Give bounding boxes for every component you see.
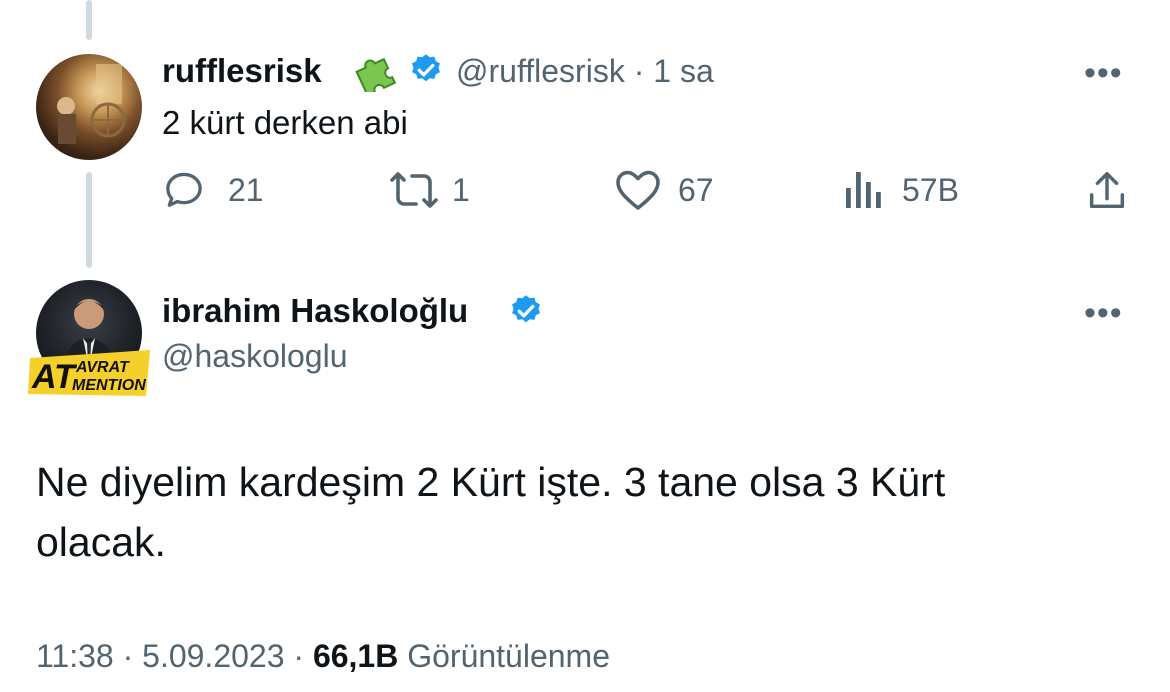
heart-icon: [616, 170, 660, 210]
main-tweet-text-line-2: olacak.: [36, 519, 166, 565]
reply-time: 1 sa: [653, 53, 714, 89]
more-options-icon[interactable]: •••: [1084, 296, 1123, 330]
verified-badge-icon: [408, 52, 444, 93]
main-tweet-text: Ne diyelim kardeşim 2 Kürt işte. 3 tane …: [36, 452, 1036, 572]
more-options-icon[interactable]: •••: [1084, 56, 1123, 90]
tweet-view-label: Görüntülenme: [407, 638, 610, 674]
reply-button[interactable]: 21: [162, 168, 264, 212]
main-tweet-text-line-1: Ne diyelim kardeşim 2 Kürt işte. 3 tane …: [36, 459, 946, 505]
logo-text-at: AT: [31, 358, 78, 396]
logo-text-avrat: AVRAT: [75, 359, 130, 376]
verified-badge-icon: [508, 293, 544, 334]
reply-count: 21: [228, 171, 264, 208]
tweet-time[interactable]: 11:38: [36, 638, 114, 674]
avrat-at-mention-logo: AT AVRAT MENTION: [26, 344, 154, 400]
thread-line-middle: [86, 172, 92, 268]
main-display-name[interactable]: ibrahim Haskoloğlu: [162, 292, 468, 330]
reply-display-name[interactable]: rufflesrisk: [162, 52, 322, 90]
main-handle[interactable]: @haskologlu: [162, 338, 347, 375]
puzzle-piece-icon: [350, 50, 400, 97]
views-button[interactable]: 57B: [842, 168, 959, 212]
reply-handle[interactable]: @rufflesrisk · 1 sa: [456, 53, 714, 90]
views-count: 57B: [902, 171, 959, 208]
avatar-rufflesrisk[interactable]: [36, 54, 142, 160]
share-icon: [1089, 172, 1125, 209]
like-count: 67: [678, 171, 714, 208]
tweet-view-count: 66,1B: [312, 638, 399, 674]
tweet-date[interactable]: 5.09.2023: [142, 638, 284, 674]
logo-text-mention: MENTION: [72, 377, 146, 394]
like-button[interactable]: 67: [614, 168, 714, 212]
reply-text: 2 kürt derken abi: [162, 104, 408, 141]
retweet-icon: [390, 172, 438, 208]
reply-icon: [166, 172, 202, 207]
share-button[interactable]: [1084, 168, 1130, 214]
tweet-thread: rufflesrisk @rufflesrisk · 1 sa ••• 2 kü…: [0, 0, 1170, 692]
retweet-button[interactable]: 1: [384, 168, 470, 212]
analytics-icon: [846, 172, 881, 208]
tweet-footer: 11:38 · 5.09.2023 · 66,1B Görüntülenme: [36, 638, 610, 674]
retweet-count: 1: [452, 171, 470, 208]
thread-line-top: [86, 0, 92, 40]
